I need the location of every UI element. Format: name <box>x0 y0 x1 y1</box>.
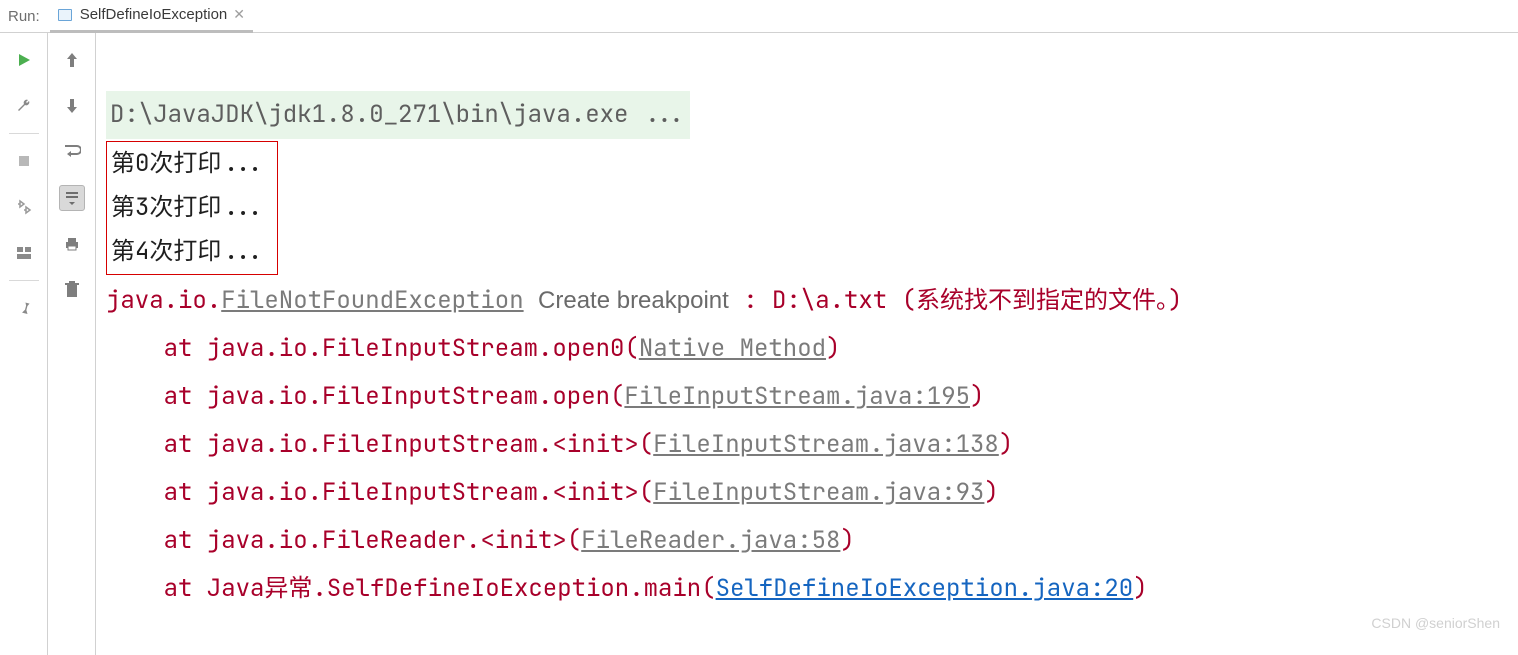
stack-frame: at java.io.FileReader.<init>(FileReader.… <box>106 525 855 556</box>
stack-link[interactable]: FileInputStream.java:138 <box>653 429 999 460</box>
down-arrow-icon[interactable] <box>59 93 85 119</box>
stack-link[interactable]: FileInputStream.java:93 <box>653 477 984 508</box>
stack-frame: at Java异常.SelfDefineIoException.main(Sel… <box>106 573 1148 604</box>
exception-class-link[interactable]: FileNotFoundException <box>221 285 523 316</box>
stack-frame: at java.io.FileInputStream.<init>(FileIn… <box>106 429 1013 460</box>
print-line: 第3次打印... <box>111 192 265 223</box>
highlighted-output-box: 第0次打印... 第3次打印... 第4次打印... <box>106 141 278 275</box>
print-line: 第4次打印... <box>111 236 265 267</box>
stack-frame: at java.io.FileInputStream.<init>(FileIn… <box>106 477 999 508</box>
scroll-to-end-icon[interactable] <box>59 185 85 211</box>
watermark: CSDN @seniorShen <box>1371 599 1500 647</box>
print-icon[interactable] <box>59 231 85 257</box>
stack-frame: at java.io.FileInputStream.open(FileInpu… <box>106 381 984 412</box>
stack-link[interactable]: FileInputStream.java:195 <box>624 381 970 412</box>
up-arrow-icon[interactable] <box>59 47 85 73</box>
stack-link[interactable]: Native Method <box>639 333 826 364</box>
stack-link-source[interactable]: SelfDefineIoException.java:20 <box>716 573 1134 604</box>
pin-icon[interactable] <box>11 295 37 321</box>
wrench-icon[interactable] <box>11 93 37 119</box>
run-config-icon <box>58 9 74 21</box>
stack-frame: at java.io.FileInputStream.open0(Native … <box>106 333 840 364</box>
stack-link[interactable]: FileReader.java:58 <box>581 525 840 556</box>
console-output[interactable]: D:\JavaJDK\jdk1.8.0_271\bin\java.exe ...… <box>96 33 1518 655</box>
close-icon[interactable]: ✕ <box>233 6 245 23</box>
run-tab-bar: Run: SelfDefineIoException ✕ <box>0 0 1518 33</box>
command-line: D:\JavaJDK\jdk1.8.0_271\bin\java.exe ... <box>106 91 690 139</box>
exception-line: java.io.FileNotFoundException Create bre… <box>106 285 1182 316</box>
trash-icon[interactable] <box>59 277 85 303</box>
run-label: Run: <box>8 8 40 25</box>
print-line: 第0次打印... <box>111 148 265 179</box>
soft-wrap-icon[interactable] <box>59 139 85 165</box>
layout-icon[interactable] <box>11 240 37 266</box>
create-breakpoint-link[interactable]: Create breakpoint <box>538 287 729 314</box>
left-gutter-actions <box>0 33 48 655</box>
rerun-icon[interactable] <box>11 47 37 73</box>
stop-icon[interactable] <box>11 148 37 174</box>
console-gutter-actions <box>48 33 96 655</box>
run-config-tab[interactable]: SelfDefineIoException ✕ <box>50 0 253 33</box>
run-config-name: SelfDefineIoException <box>80 6 228 23</box>
dump-threads-icon[interactable] <box>11 194 37 220</box>
